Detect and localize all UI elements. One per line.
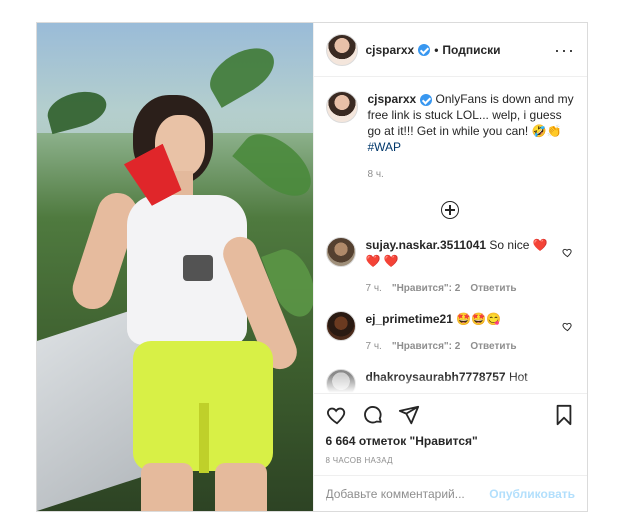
post-photo[interactable] <box>37 23 313 511</box>
verified-badge-icon <box>420 94 433 107</box>
comment-username[interactable]: ej_primetime21 <box>366 312 453 326</box>
caption-username[interactable]: cjsparxx <box>368 92 417 106</box>
heart-icon[interactable] <box>326 404 348 426</box>
comment-time[interactable]: 7 ч. <box>366 339 382 355</box>
publish-button[interactable]: Опубликовать <box>489 487 575 501</box>
comment-heart-icon[interactable] <box>562 247 573 258</box>
author-username[interactable]: cjsparxx <box>366 43 415 57</box>
comment-item: sujay.naskar.3511041 So nice ❤️ ❤️ ❤️ 7 … <box>325 237 576 297</box>
share-icon[interactable] <box>398 404 420 426</box>
comment-item: ej_primetime21 🤩🤩😋 7 ч. "Нравится": 2 От… <box>325 311 576 355</box>
comment-time[interactable]: 7 ч. <box>366 281 382 297</box>
post-header: cjsparxx • Подписки ··· <box>313 23 587 78</box>
separator-dot: • <box>434 42 439 57</box>
comment-likes[interactable]: "Нравится": 2 <box>392 281 461 297</box>
comment-username[interactable]: sujay.naskar.3511041 <box>366 238 487 252</box>
comment-icon[interactable] <box>362 404 384 426</box>
photo-shirt-logo <box>183 255 213 281</box>
post-actions: 6 664 отметок "Нравится" 8 ЧАСОВ НАЗАД <box>313 393 587 475</box>
comment-reply-button[interactable]: Ответить <box>470 339 516 355</box>
comment-heart-icon[interactable] <box>562 321 573 332</box>
photo-shorts-seam <box>199 403 209 473</box>
comment-reply-button[interactable]: Ответить <box>470 281 516 297</box>
photo-leaf <box>232 122 313 208</box>
caption-author-avatar[interactable] <box>325 91 358 124</box>
post-sidebar: cjsparxx • Подписки ··· cjsparxx OnlyFan… <box>312 23 587 511</box>
scroll-fade <box>313 375 587 394</box>
verified-badge-icon <box>418 43 431 56</box>
caption-time: 8 ч. <box>367 169 384 181</box>
post-caption: cjsparxx OnlyFans is down and my free li… <box>325 91 576 183</box>
photo-person-leg <box>215 463 267 511</box>
author-avatar[interactable] <box>325 33 358 66</box>
comment-likes[interactable]: "Нравится": 2 <box>392 339 461 355</box>
add-comment-bar: Опубликовать <box>313 475 587 511</box>
comment-text: 🤩🤩😋 <box>456 312 502 327</box>
instagram-post: cjsparxx • Подписки ··· cjsparxx OnlyFan… <box>36 22 588 512</box>
caption-hashtag[interactable]: #WAP <box>368 140 402 154</box>
bookmark-icon[interactable] <box>553 404 575 426</box>
comment-input[interactable] <box>325 486 490 501</box>
likes-count[interactable]: 6 664 отметок "Нравится" <box>326 434 576 448</box>
plus-circle-icon[interactable] <box>441 201 460 220</box>
posted-time[interactable]: 8 ЧАСОВ НАЗАД <box>326 456 576 465</box>
commenter-avatar[interactable] <box>325 311 356 342</box>
comments-area[interactable]: cjsparxx OnlyFans is down and my free li… <box>313 77 587 394</box>
load-more-comments[interactable] <box>326 201 576 220</box>
photo-person-leg <box>141 463 193 511</box>
following-button[interactable]: Подписки <box>442 43 500 57</box>
more-horizontal-icon[interactable]: ··· <box>554 41 575 59</box>
commenter-avatar[interactable] <box>325 237 356 268</box>
